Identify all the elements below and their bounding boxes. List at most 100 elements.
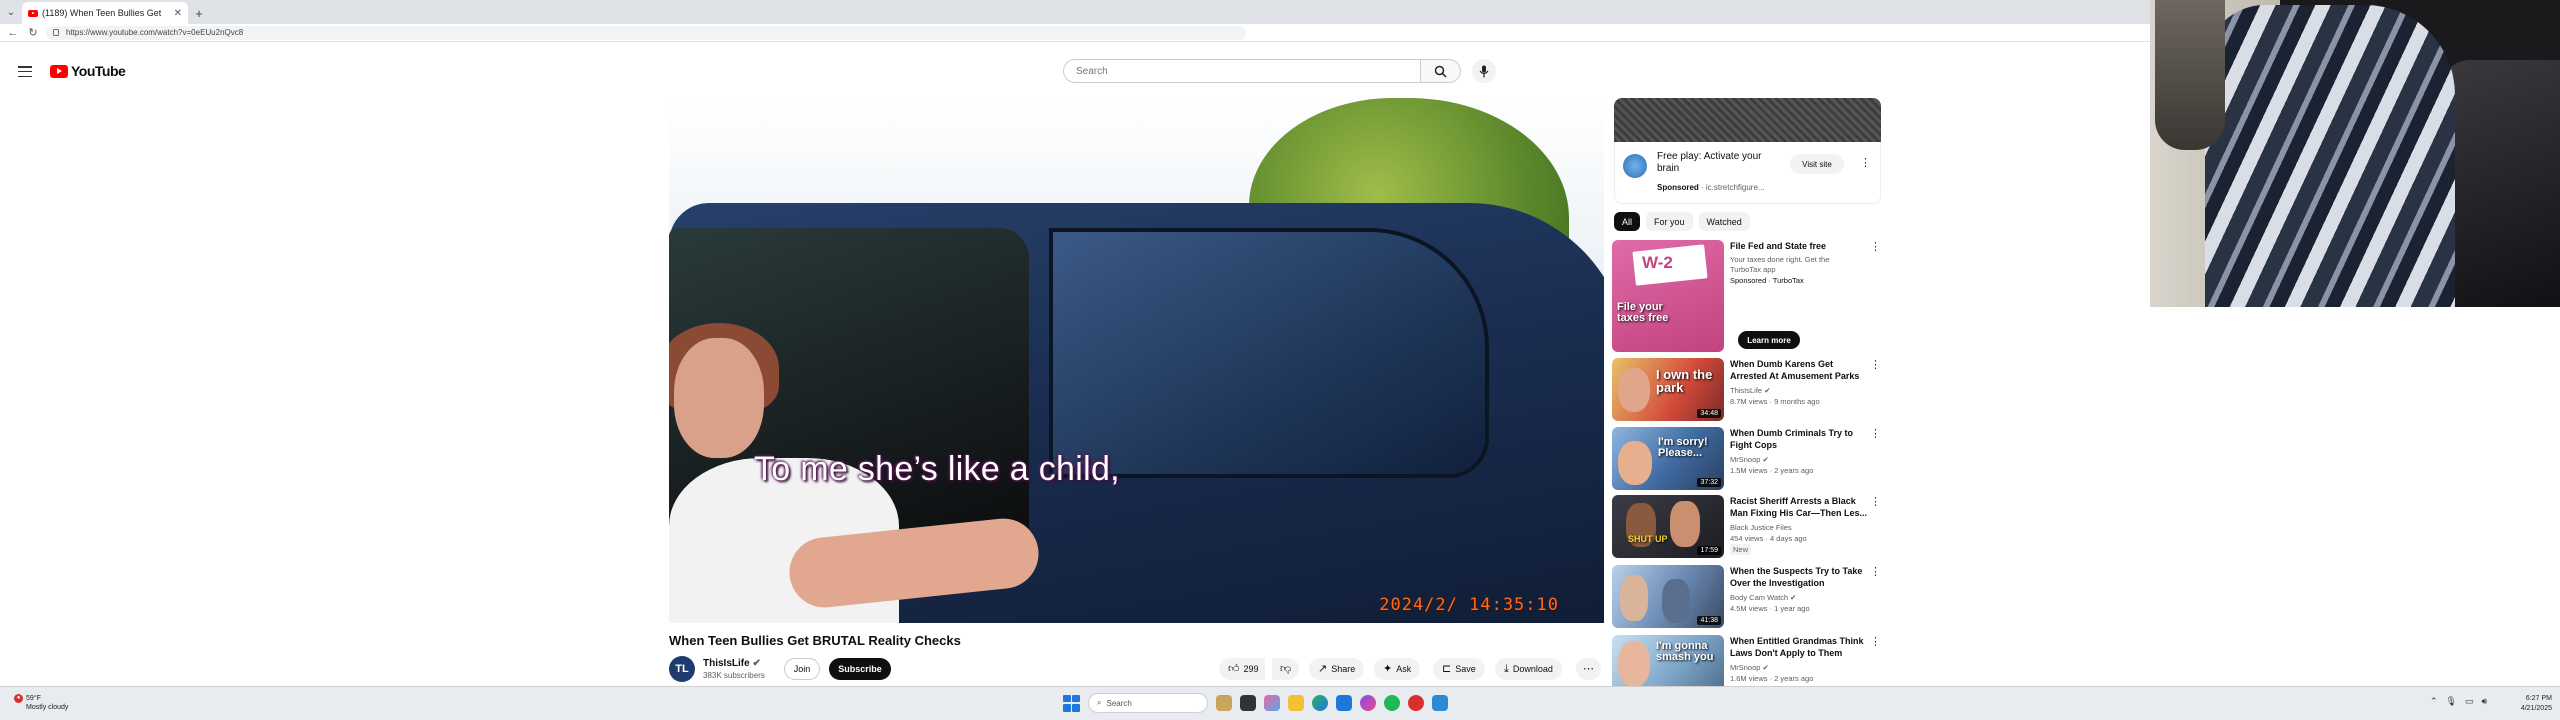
youtube-favicon-icon <box>28 9 38 17</box>
video-duration: 41:38 <box>1697 616 1721 625</box>
download-button[interactable]: ⤓ Download <box>1495 658 1562 680</box>
rec-title[interactable]: Racist Sheriff Arrests a Black Man Fixin… <box>1730 495 1868 519</box>
chip-all[interactable]: All <box>1614 212 1641 231</box>
network-icon[interactable]: ▭ <box>2465 696 2474 707</box>
photos-icon[interactable] <box>1432 695 1448 711</box>
ad-card[interactable]: Free play: Activate your brain Sponsored… <box>1614 142 1881 204</box>
chip-for-you[interactable]: For you <box>1646 212 1693 231</box>
search-input[interactable]: Search <box>1063 59 1421 83</box>
reload-icon[interactable]: ↻ <box>26 26 40 39</box>
video-thumbnail[interactable]: I own the park 34:48 <box>1612 358 1724 421</box>
list-item[interactable]: I'm gonna smash you When Entitled Grandm… <box>1612 635 1882 686</box>
share-button[interactable]: ↗ Share <box>1309 658 1365 680</box>
video-person-face <box>674 338 764 458</box>
windows-start-icon[interactable] <box>1063 694 1080 712</box>
microphone-icon[interactable]: 🎙︎ <box>2446 696 2457 707</box>
ad-more-icon[interactable]: ⋮ <box>1860 158 1871 169</box>
video-thumbnail[interactable]: SHUT UP 17:59 <box>1612 495 1724 558</box>
spotify-icon[interactable] <box>1384 695 1400 711</box>
menu-icon[interactable] <box>18 66 32 77</box>
edge-browser-icon[interactable] <box>1312 695 1328 711</box>
app-icon[interactable] <box>1408 695 1424 711</box>
new-badge: New <box>1730 544 1752 555</box>
taskbar-search[interactable]: ⌕ Search <box>1088 693 1208 713</box>
like-button[interactable]: 👍︎ 299 <box>1219 658 1265 680</box>
channel-avatar[interactable]: TL <box>669 656 695 682</box>
url-text: https://www.youtube.com/watch?v=0eEUu2nQ… <box>66 28 244 37</box>
rec-title[interactable]: When Dumb Criminals Try to Fight Cops <box>1730 427 1868 451</box>
list-item[interactable]: W-2 File your taxes free File Fed and St… <box>1612 240 1882 352</box>
video-timestamp: 2024/2/ 14:35:10 <box>1379 595 1559 615</box>
search-button[interactable] <box>1421 59 1461 83</box>
search-icon <box>1434 65 1447 78</box>
messenger-icon[interactable] <box>1360 695 1376 711</box>
dislike-button[interactable]: 👎︎ <box>1272 658 1300 680</box>
more-horizontal-icon: ⋯ <box>1583 662 1594 675</box>
rec-more-icon[interactable]: ⋮ <box>1870 242 1881 253</box>
chip-watched[interactable]: Watched <box>1698 212 1750 231</box>
list-item[interactable]: 41:38 When the Suspects Try to Take Over… <box>1612 565 1882 629</box>
copilot-icon[interactable] <box>1264 695 1280 711</box>
save-button[interactable]: ⊏ Save <box>1433 658 1485 680</box>
video-title: When Teen Bullies Get BRUTAL Reality Che… <box>669 633 961 648</box>
list-item[interactable]: I'm sorry! Please... 37:32 When Dumb Cri… <box>1612 427 1882 491</box>
rec-title[interactable]: When Entitled Grandmas Think Laws Don't … <box>1730 635 1868 659</box>
thumbs-down-icon: 👎︎ <box>1280 662 1292 675</box>
browser-tab[interactable]: (1189) When Teen Bullies Get ✕ <box>22 2 188 24</box>
video-duration: 34:48 <box>1697 409 1721 418</box>
thumb-headline: I'm gonna smash you <box>1656 640 1714 663</box>
store-icon[interactable] <box>1336 695 1352 711</box>
rec-title[interactable]: File Fed and State free <box>1730 240 1868 252</box>
chevron-up-icon[interactable]: ⌃ <box>2430 696 2438 707</box>
thumbs-up-icon: 👍︎ <box>1228 662 1240 675</box>
learn-more-button[interactable]: Learn more <box>1738 331 1800 349</box>
youtube-logo[interactable]: YouTube <box>50 63 126 79</box>
thumb-subtext: File your taxes free <box>1617 301 1669 324</box>
thumb-headline: I'm sorry! Please... <box>1658 436 1708 459</box>
rec-more-icon[interactable]: ⋮ <box>1870 497 1881 508</box>
video-thumbnail[interactable]: I'm sorry! Please... 37:32 <box>1612 427 1724 490</box>
list-item[interactable]: I own the park 34:48 When Dumb Karens Ge… <box>1612 358 1882 422</box>
rec-more-icon[interactable]: ⋮ <box>1870 360 1881 371</box>
channel-name[interactable]: ThisIsLife ✔ <box>703 658 761 669</box>
more-actions-button[interactable]: ⋯ <box>1576 658 1601 680</box>
clock-date: 4/21/2025 <box>2520 705 2552 712</box>
back-icon[interactable]: ← <box>6 27 20 39</box>
tab-list-icon[interactable]: ⌄ <box>0 0 22 24</box>
system-tray: ⌃ 🎙︎ ▭ 🔊︎ <box>2430 696 2487 707</box>
thumb-figure <box>1620 575 1648 621</box>
new-tab-icon[interactable]: + <box>188 2 210 24</box>
file-explorer-icon[interactable] <box>1288 695 1304 711</box>
thumb-figure <box>1670 501 1700 547</box>
weather-widget[interactable]: ● 59°F Mostly cloudy <box>14 694 68 712</box>
address-bar[interactable]: https://www.youtube.com/watch?v=0eEUu2nQ… <box>46 25 1246 40</box>
rec-channel: Black Justice Files <box>1730 523 1792 532</box>
video-thumbnail[interactable]: W-2 File your taxes free <box>1612 240 1724 352</box>
close-tab-icon[interactable]: ✕ <box>174 8 182 19</box>
video-thumbnail[interactable]: I'm gonna smash you <box>1612 635 1724 686</box>
list-item[interactable]: SHUT UP 17:59 Racist Sheriff Arrests a B… <box>1612 495 1882 559</box>
rec-channel: ThisIsLife ✔ <box>1730 385 1771 396</box>
rec-stats: 8.7M views · 9 months ago <box>1730 397 1820 406</box>
ask-button[interactable]: ✦ Ask <box>1374 658 1421 680</box>
subscribe-button[interactable]: Subscribe <box>829 658 891 680</box>
video-player[interactable]: To me she’s like a child, 2024/2/ 14:35:… <box>669 98 1604 623</box>
subscriber-count: 383K subscribers <box>703 671 765 680</box>
video-thumbnail[interactable]: 41:38 <box>1612 565 1724 628</box>
terminal-icon[interactable] <box>1240 695 1256 711</box>
rec-more-icon[interactable]: ⋮ <box>1870 637 1881 648</box>
voice-search-button[interactable] <box>1472 59 1496 83</box>
rec-more-icon[interactable]: ⋮ <box>1870 429 1881 440</box>
widgets-icon[interactable] <box>1216 695 1232 711</box>
taskbar-clock[interactable]: 6:27 PM 4/21/2025 <box>2508 694 2552 714</box>
rec-title[interactable]: When Dumb Karens Get Arrested At Amuseme… <box>1730 358 1868 382</box>
rec-channel-name: ThisIsLife <box>1730 386 1763 395</box>
visit-site-button[interactable]: Visit site <box>1790 154 1844 174</box>
rec-title[interactable]: When the Suspects Try to Take Over the I… <box>1730 565 1868 589</box>
rec-more-icon[interactable]: ⋮ <box>1870 567 1881 578</box>
volume-icon[interactable]: 🔊︎ <box>2482 696 2488 707</box>
webcam-person-hoodie <box>2205 5 2455 307</box>
join-button[interactable]: Join <box>784 658 820 680</box>
ad-banner-image[interactable] <box>1614 98 1881 142</box>
download-label: Download <box>1512 664 1553 674</box>
